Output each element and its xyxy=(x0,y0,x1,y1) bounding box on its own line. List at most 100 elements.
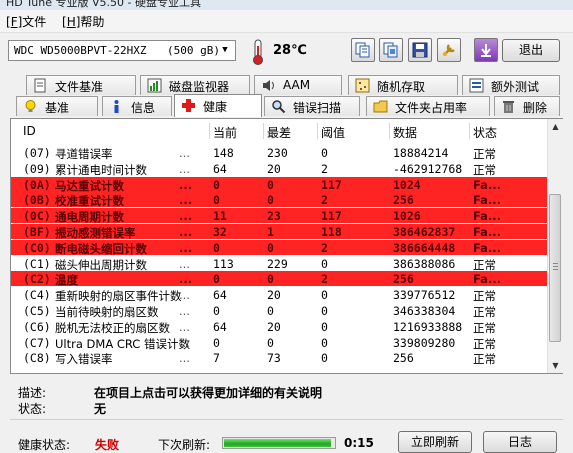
menu-file[interactable]: [F]文件 xyxy=(6,13,46,30)
table-row[interactable]: (0A) 马达重试计数 0 0 117 1024 Fa...... xyxy=(11,176,547,193)
col-worst[interactable]: 最差 xyxy=(267,124,291,141)
exit-button[interactable]: 退出 xyxy=(502,39,560,62)
cell-data: 256 xyxy=(393,272,414,287)
cell-code: (07) xyxy=(23,146,51,160)
table-header: ID 当前 最差 阈值 数据 状态 xyxy=(11,122,547,140)
cell-code: (C1) xyxy=(23,256,51,271)
tab-health[interactable]: 健康 xyxy=(174,94,262,117)
tab-extra-tests[interactable]: 额外测试 xyxy=(462,75,560,95)
table-row[interactable]: (C1) 磁头伸出周期计数 113 229 0 386388086 正常... xyxy=(11,256,547,272)
cell-code: (C4) xyxy=(23,288,51,303)
scroll-thumb[interactable] xyxy=(549,194,561,342)
log-button[interactable]: 日志 xyxy=(483,431,557,453)
cell-status: 正常 xyxy=(473,336,496,351)
tab-file-benchmark[interactable]: 文件基准 xyxy=(26,75,136,95)
col-id[interactable]: ID xyxy=(23,124,36,138)
col-status[interactable]: 状态 xyxy=(473,124,497,141)
cell-current: 64 xyxy=(213,288,227,303)
cell-worst: 229 xyxy=(267,256,288,271)
save-button[interactable] xyxy=(408,38,432,62)
copy-screenshot-button[interactable] xyxy=(379,38,403,62)
tab-random-access[interactable]: 随机存取 xyxy=(348,75,458,95)
chevron-down-icon[interactable]: ▼ xyxy=(218,43,232,58)
state-label: 状态: xyxy=(18,402,47,416)
tab-folder-usage[interactable]: 文件夹占用率 xyxy=(366,96,490,116)
grid-icon xyxy=(355,78,370,93)
cell-name: 振动感测错误率 xyxy=(55,226,136,240)
truncation-dots: ... xyxy=(179,146,190,160)
refresh-countdown: 0:15 xyxy=(344,436,374,450)
table-row[interactable]: (07) 寻道错误率 148 230 0 18884214 正常... xyxy=(11,145,547,161)
cell-status: Fa... xyxy=(473,225,502,239)
table-row[interactable]: (BF) 振动感测错误率 32 1 118 386462837 Fa...... xyxy=(11,224,547,240)
cell-threshold: 0 xyxy=(321,319,328,334)
cell-name: 校准重试计数 xyxy=(55,194,124,209)
column-separator xyxy=(469,123,470,139)
tab-label: 随机存取 xyxy=(377,80,426,94)
cell-code: (C6) xyxy=(23,319,51,334)
tab-strip: 文件基准 磁盘监视器 AAM 随机存取 额外测试 基准 信息 健康 错误扫描 文… xyxy=(0,75,573,119)
tab-label: 删除 xyxy=(523,101,548,115)
cell-status: 正常 xyxy=(473,305,496,319)
grip-line xyxy=(553,269,558,270)
table-row[interactable]: (C6) 脱机无法校正的扇区数 64 20 0 1216933888 正常... xyxy=(11,319,547,335)
cell-status: Fa... xyxy=(473,209,502,224)
vertical-scrollbar[interactable]: ▲ ▼ xyxy=(547,119,563,373)
col-data[interactable]: 数据 xyxy=(393,124,417,141)
cell-name: 通电周期计数 xyxy=(55,210,124,225)
table-row[interactable]: (C2) 温度 0 0 2 256 Fa...... xyxy=(11,271,547,287)
cell-current: 0 xyxy=(213,304,220,318)
cell-data: 386664448 xyxy=(393,240,456,255)
scroll-up-icon[interactable]: ▲ xyxy=(548,119,563,134)
description-label: 描述: xyxy=(18,386,47,400)
tab-info[interactable]: 信息 xyxy=(102,96,172,116)
tab-erase[interactable]: 删除 xyxy=(494,96,560,116)
lightbulb-icon xyxy=(25,100,36,112)
cell-code: (C5) xyxy=(23,304,51,318)
drive-select[interactable]: WDC WD5000BPVT-22HXZ (500 gB) ▼ xyxy=(8,40,236,61)
cell-worst: 230 xyxy=(267,146,288,160)
scroll-down-icon[interactable]: ▼ xyxy=(548,358,563,373)
table-row[interactable]: (0B) 校准重试计数 0 0 2 256 Fa...... xyxy=(11,192,547,209)
cell-threshold: 118 xyxy=(321,225,342,239)
table-row[interactable]: (C7) Ultra DMA CRC 错误计数 0 0 0 339809280 正常... xyxy=(11,335,547,351)
column-separator xyxy=(263,123,264,139)
cell-data: 386462837 xyxy=(393,225,456,239)
chart-icon xyxy=(147,78,162,93)
cell-current: 32 xyxy=(213,225,227,239)
copy-icon xyxy=(355,42,370,58)
col-current[interactable]: 当前 xyxy=(213,124,237,141)
cell-worst: 0 xyxy=(267,272,274,287)
cell-threshold: 117 xyxy=(321,209,342,224)
cell-worst: 20 xyxy=(267,161,281,176)
col-threshold[interactable]: 阈值 xyxy=(321,124,345,141)
table-row[interactable]: (C8) 写入错误率 7 73 0 256 正常... xyxy=(11,350,547,367)
options-button[interactable] xyxy=(437,38,461,62)
refresh-now-button[interactable]: 立即刷新 xyxy=(398,431,472,453)
table-row[interactable]: (0C) 通电周期计数 11 23 117 1026 Fa...... xyxy=(11,208,547,225)
menu-help[interactable]: [H]帮助 xyxy=(62,13,104,30)
cell-name: 重新映射的扇区事件计数 xyxy=(55,289,182,304)
truncation-dots: ... xyxy=(179,288,190,303)
table-row[interactable]: (C0) 断电磁头缩回计数 0 0 2 386664448 Fa...... xyxy=(11,239,547,256)
info-icon xyxy=(114,100,119,113)
cell-worst: 0 xyxy=(267,177,274,192)
cell-data: -462912768 xyxy=(393,161,463,176)
copy-info-button[interactable] xyxy=(351,38,375,62)
cell-status: Fa... xyxy=(473,240,502,255)
cell-status: 正常 xyxy=(473,352,496,367)
table-row[interactable]: (C5) 当前待映射的扇区数 0 0 0 346338304 正常... xyxy=(11,303,547,319)
tab-error-scan[interactable]: 错误扫描 xyxy=(264,96,360,116)
cell-current: 7 xyxy=(213,351,220,366)
cell-code: (C2) xyxy=(23,272,51,287)
cell-worst: 20 xyxy=(267,288,281,303)
cell-threshold: 0 xyxy=(321,304,328,318)
table-row[interactable]: (09) 累计通电时间计数 64 20 2 -462912768 正常... xyxy=(11,161,547,177)
tab-benchmark[interactable]: 基准 xyxy=(16,96,98,116)
tab-aam[interactable]: AAM xyxy=(254,75,342,95)
tab-disk-monitor[interactable]: 磁盘监视器 xyxy=(140,75,250,95)
tab-label: 健康 xyxy=(203,100,228,114)
cell-threshold: 2 xyxy=(321,193,328,208)
table-row[interactable]: (C4) 重新映射的扇区事件计数 64 20 0 339776512 正常... xyxy=(11,287,547,304)
download-button[interactable] xyxy=(474,38,498,62)
